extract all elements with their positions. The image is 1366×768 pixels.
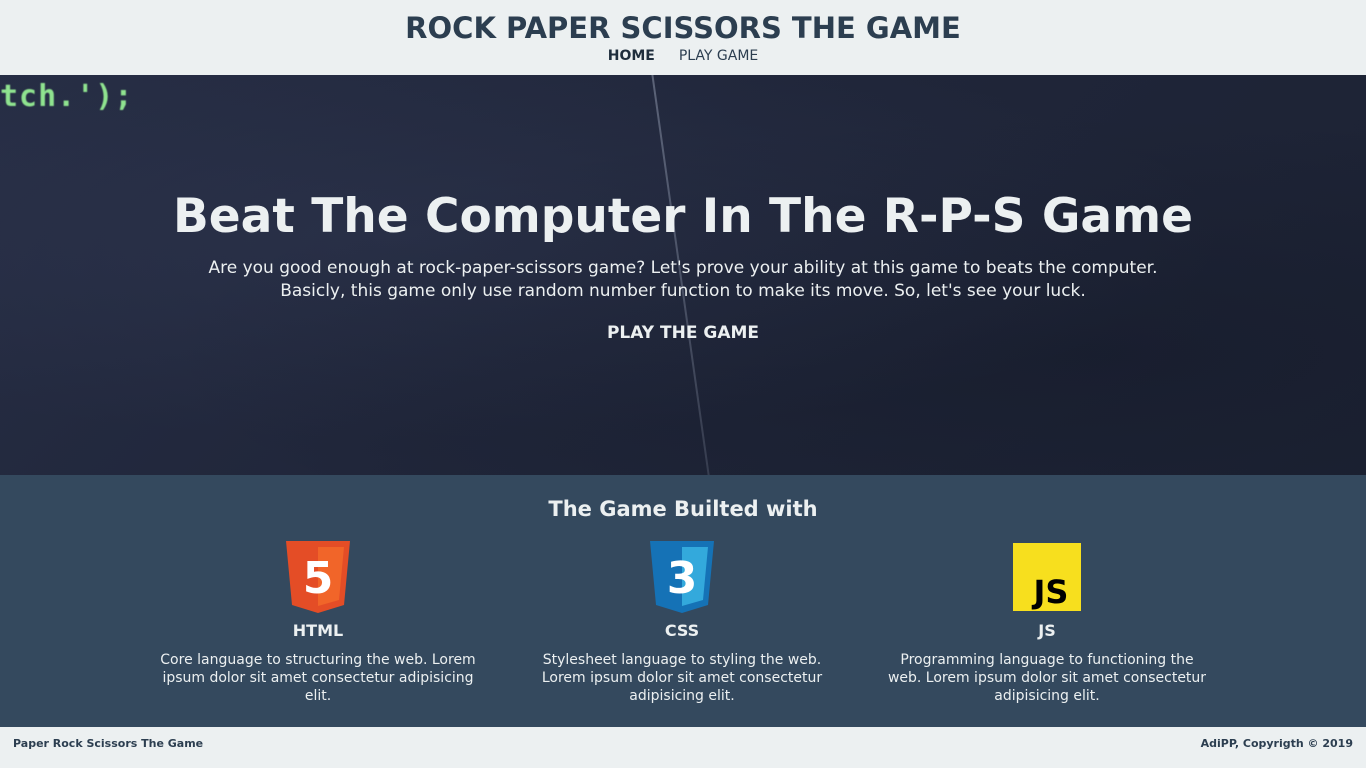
tech-name-css: CSS: [664, 621, 700, 640]
tech-section: The Game Builted with 5 HTML Core langua…: [0, 475, 1366, 727]
site-footer: Paper Rock Scissors The Game AdiPP, Copy…: [0, 727, 1366, 768]
hero-description-line-1: Are you good enough at rock-paper-scisso…: [208, 258, 1158, 278]
main-nav: HOME PLAY GAME: [0, 47, 1366, 65]
css3-icon-glyph: 3: [667, 553, 698, 604]
tech-name-html: HTML: [292, 621, 344, 640]
footer-copyright: AdiPP, Copyrigth © 2019: [1200, 737, 1353, 750]
hero-heading: Beat The Computer In The R-P-S Game: [172, 189, 1193, 244]
html5-icon: 5: [286, 541, 350, 613]
js-icon-glyph: JS: [1032, 573, 1069, 611]
hero-code-snippet: tch.');: [0, 79, 134, 114]
html5-icon-glyph: 5: [303, 553, 334, 604]
js-icon: JS: [1013, 543, 1081, 611]
hero-description-line-2: Basicly, this game only use random numbe…: [280, 281, 1086, 301]
play-the-game-link[interactable]: PLAY THE GAME: [583, 322, 783, 344]
tech-name-js: JS: [1038, 621, 1056, 640]
css3-icon: 3: [650, 541, 714, 613]
tech-desc-js: Programming language to functioning the …: [887, 652, 1207, 704]
hero-section: tch.'); Beat The Computer In The R-P-S G…: [0, 75, 1366, 475]
tech-desc-html: Core language to structuring the web. Lo…: [160, 652, 476, 704]
tech-desc-css: Stylesheet language to styling the web. …: [541, 652, 823, 704]
footer-site-name: Paper Rock Scissors The Game: [13, 737, 204, 750]
tech-card-html: 5 HTML Core language to structuring the …: [158, 541, 478, 705]
tech-card-js: JS JS Programming language to functionin…: [887, 541, 1207, 705]
tech-section-title: The Game Builted with: [548, 497, 818, 521]
nav-home-link[interactable]: HOME: [608, 47, 655, 65]
site-title: ROCK PAPER SCISSORS THE GAME: [405, 11, 961, 45]
tech-card-css: 3 CSS Stylesheet language to styling the…: [522, 541, 842, 705]
site-header: ROCK PAPER SCISSORS THE GAME HOME PLAY G…: [0, 0, 1366, 75]
hero-description: Are you good enough at rock-paper-scisso…: [183, 257, 1183, 303]
nav-play-game-link[interactable]: PLAY GAME: [679, 47, 758, 65]
